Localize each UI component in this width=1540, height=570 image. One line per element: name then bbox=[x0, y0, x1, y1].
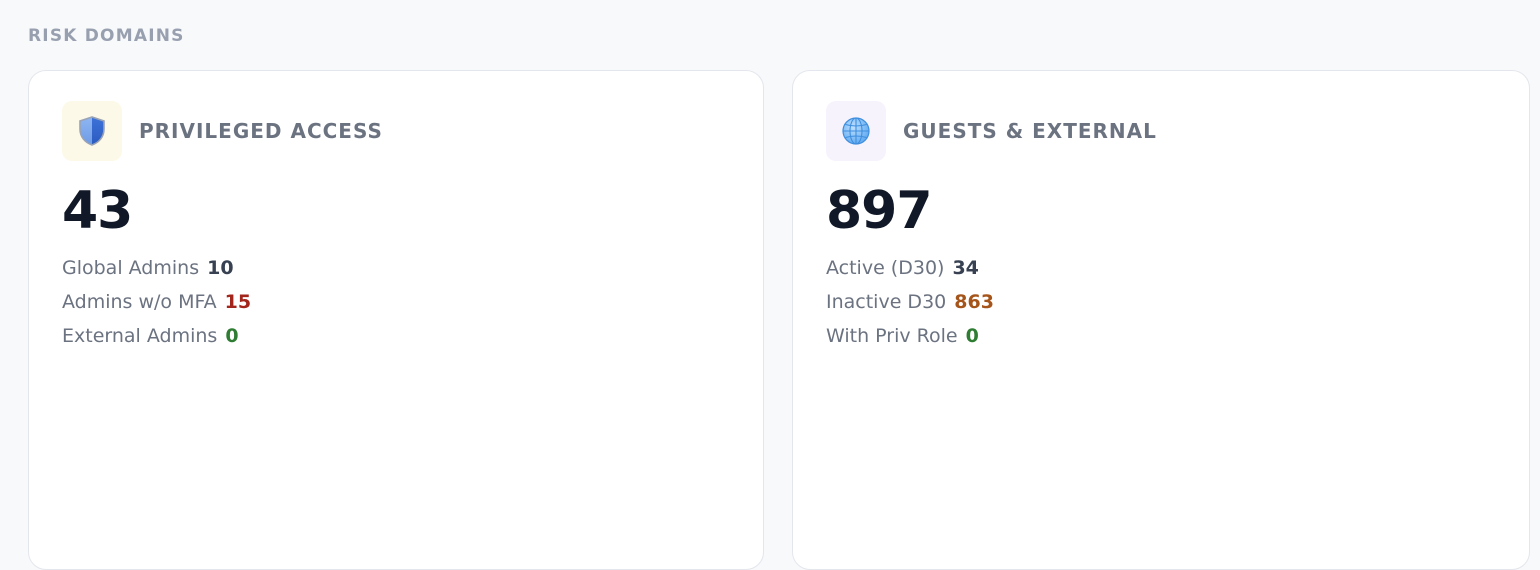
stat-row-active-d30: Active (D30) 34 bbox=[826, 253, 994, 287]
stat-row-inactive-d30: Inactive D30 863 bbox=[826, 287, 994, 321]
stat-row-global-admins: Global Admins 10 bbox=[62, 253, 251, 287]
stat-label: Global Admins bbox=[62, 257, 200, 279]
stat-value: 863 bbox=[954, 291, 994, 313]
card-header: GUESTS & EXTERNAL bbox=[826, 101, 1157, 161]
stat-row-admins-without-mfa: Admins w/o MFA 15 bbox=[62, 287, 251, 321]
icon-tile bbox=[826, 101, 886, 161]
card-metric-value: 43 bbox=[62, 181, 133, 241]
stat-value: 0 bbox=[225, 325, 239, 347]
stat-row-with-priv-role: With Priv Role 0 bbox=[826, 321, 994, 355]
card-header: PRIVILEGED ACCESS bbox=[62, 101, 383, 161]
stat-label: Inactive D30 bbox=[826, 291, 947, 313]
icon-tile bbox=[62, 101, 122, 161]
globe-icon bbox=[842, 117, 870, 145]
card-title: GUESTS & EXTERNAL bbox=[903, 119, 1157, 143]
stat-value: 10 bbox=[207, 257, 234, 279]
stat-list: Global Admins 10 Admins w/o MFA 15 Externa… bbox=[62, 253, 251, 355]
shield-icon bbox=[79, 116, 105, 146]
stat-label: Admins w/o MFA bbox=[62, 291, 217, 313]
stat-value: 15 bbox=[224, 291, 252, 313]
section-title: RISK DOMAINS bbox=[28, 26, 185, 46]
card-title: PRIVILEGED ACCESS bbox=[139, 119, 383, 143]
card-metric-value: 897 bbox=[826, 181, 933, 241]
stat-row-external-admins: External Admins 0 bbox=[62, 321, 251, 355]
stat-label: Active (D30) bbox=[826, 257, 945, 279]
risk-card-guests-external[interactable]: GUESTS & EXTERNAL 897 Active (D30) 34 Ina… bbox=[792, 70, 1530, 570]
stat-value: 34 bbox=[952, 257, 979, 279]
stat-list: Active (D30) 34 Inactive D30 863 With Priv… bbox=[826, 253, 994, 355]
risk-card-privileged-access[interactable]: PRIVILEGED ACCESS 43 Global Admins 10 Adm… bbox=[28, 70, 764, 570]
stat-label: With Priv Role bbox=[826, 325, 958, 347]
stat-value: 0 bbox=[965, 325, 979, 347]
stat-label: External Admins bbox=[62, 325, 218, 347]
